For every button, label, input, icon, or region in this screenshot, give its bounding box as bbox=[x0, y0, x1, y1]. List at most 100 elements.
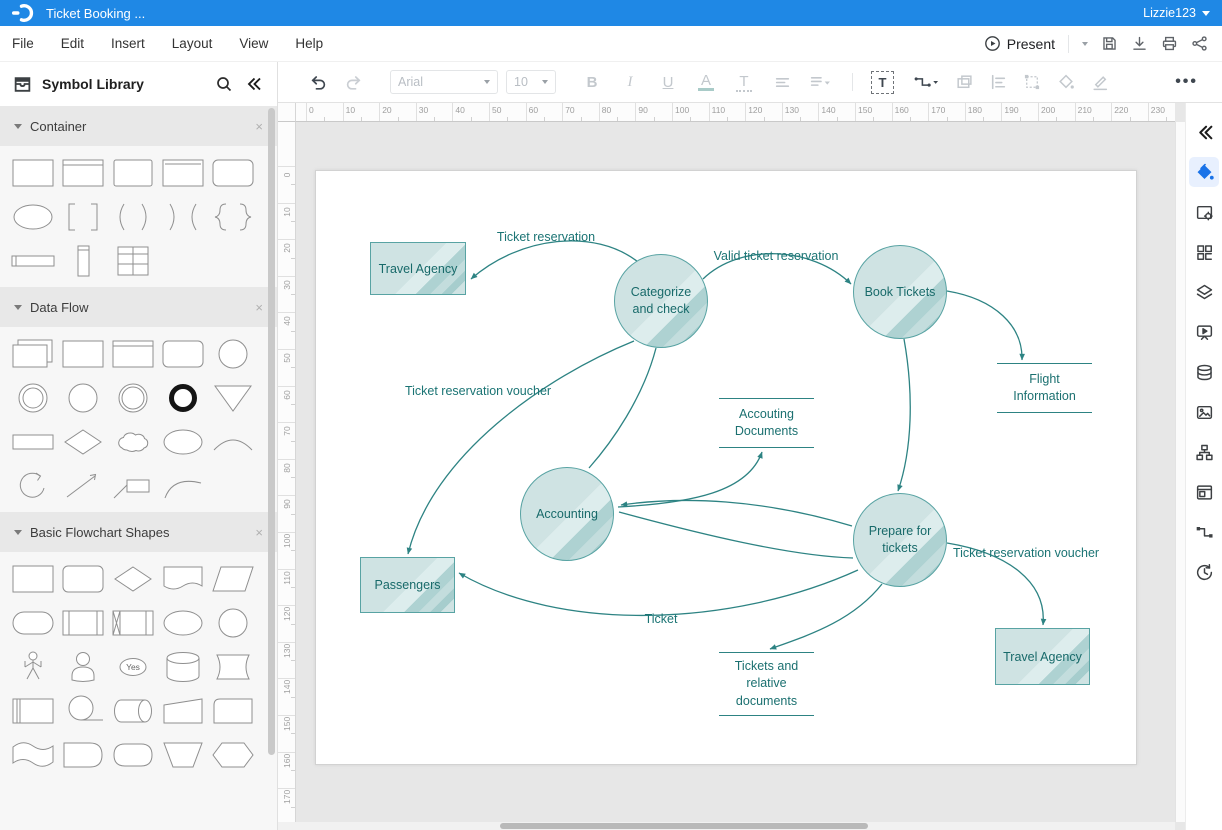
font-size-select[interactable]: 10 bbox=[506, 70, 556, 94]
shape-card-concave[interactable] bbox=[208, 645, 258, 689]
node-passengers[interactable]: Passengers bbox=[360, 557, 455, 613]
shape-bold-ring[interactable] bbox=[158, 376, 208, 420]
shape-ellipse[interactable] bbox=[8, 195, 58, 239]
menu-help[interactable]: Help bbox=[295, 36, 323, 51]
align-objects-button[interactable] bbox=[989, 73, 1007, 91]
shape-arc[interactable] bbox=[208, 420, 258, 464]
shape-rounded-rect[interactable] bbox=[158, 332, 208, 376]
connector-tool[interactable] bbox=[912, 73, 939, 91]
line-style-button[interactable] bbox=[1091, 73, 1109, 91]
fill-color-button[interactable] bbox=[1057, 73, 1075, 91]
hscroll-thumb[interactable] bbox=[500, 823, 868, 829]
shape-bracket-square[interactable] bbox=[58, 195, 108, 239]
bold-button[interactable]: B bbox=[584, 74, 600, 91]
shape-cylinder[interactable] bbox=[158, 645, 208, 689]
shape-rect[interactable] bbox=[8, 557, 58, 601]
print-icon[interactable] bbox=[1161, 35, 1178, 52]
shape-rect-plain[interactable] bbox=[108, 151, 158, 195]
structure-icon[interactable] bbox=[1189, 437, 1219, 467]
undo-button[interactable] bbox=[308, 73, 327, 92]
text-effect-button[interactable]: T bbox=[736, 73, 752, 92]
shape-document[interactable] bbox=[158, 557, 208, 601]
node-travel-agency[interactable]: Travel Agency bbox=[370, 242, 466, 295]
shape-vertical-box[interactable] bbox=[58, 239, 108, 283]
container-tool[interactable] bbox=[955, 73, 973, 91]
menu-edit[interactable]: Edit bbox=[61, 36, 84, 51]
menu-layout[interactable]: Layout bbox=[172, 36, 213, 51]
connector-icon[interactable] bbox=[1189, 517, 1219, 547]
shape-double-rect[interactable] bbox=[8, 332, 58, 376]
shape-rect[interactable] bbox=[8, 151, 58, 195]
shape-double-circle[interactable] bbox=[8, 376, 58, 420]
shape-rect-band[interactable] bbox=[58, 151, 108, 195]
node-prepare-for-tickets[interactable]: Prepare for tickets bbox=[853, 493, 947, 587]
symbols-icon[interactable] bbox=[1189, 237, 1219, 267]
present-button[interactable]: Present bbox=[984, 35, 1055, 52]
download-icon[interactable] bbox=[1131, 35, 1148, 52]
shape-circle-underline[interactable] bbox=[58, 689, 108, 733]
fill-style-icon[interactable] bbox=[1189, 157, 1219, 187]
shape-loop-arc[interactable] bbox=[8, 464, 58, 508]
shape-wave-banner[interactable] bbox=[8, 733, 58, 777]
shape-grid-table[interactable] bbox=[108, 239, 158, 283]
shape-circle[interactable] bbox=[208, 601, 258, 645]
data-icon[interactable] bbox=[1189, 357, 1219, 387]
presentation-icon[interactable] bbox=[1189, 317, 1219, 347]
menu-file[interactable]: File bbox=[12, 36, 34, 51]
node-accouting-documents[interactable]: Accouting Documents bbox=[719, 398, 814, 448]
shape-manual-operation[interactable] bbox=[158, 689, 208, 733]
shape-half-rounded[interactable] bbox=[58, 733, 108, 777]
text-box-tool[interactable]: T bbox=[871, 71, 894, 94]
shape-diamond[interactable] bbox=[58, 420, 108, 464]
node-flight-information[interactable]: Flight Information bbox=[997, 363, 1092, 413]
shape-triangle-down[interactable] bbox=[208, 376, 258, 420]
shape-list-bar[interactable] bbox=[8, 239, 58, 283]
collapse-panel-icon[interactable] bbox=[245, 75, 263, 93]
panel-scroll-thumb[interactable] bbox=[268, 108, 275, 755]
image-icon[interactable] bbox=[1189, 397, 1219, 427]
shape-diag-line[interactable] bbox=[58, 464, 108, 508]
shape-corner-rect[interactable] bbox=[208, 689, 258, 733]
section-close-icon[interactable]: × bbox=[255, 525, 263, 540]
shape-circle[interactable] bbox=[58, 376, 108, 420]
shape-rounded-rect[interactable] bbox=[58, 557, 108, 601]
layers-icon[interactable] bbox=[1189, 277, 1219, 307]
shape-stadium[interactable] bbox=[8, 601, 58, 645]
section-header-container[interactable]: Container× bbox=[0, 106, 277, 146]
shape-double-circle-thin[interactable] bbox=[108, 376, 158, 420]
font-color-button[interactable]: A bbox=[698, 73, 714, 92]
shape-ellipse[interactable] bbox=[158, 420, 208, 464]
node-tickets-and-relative-documents[interactable]: Tickets and relative documents bbox=[719, 652, 814, 716]
panel-scrollbar[interactable] bbox=[268, 108, 276, 755]
page-settings-icon[interactable] bbox=[1189, 197, 1219, 227]
shape-parallelogram[interactable] bbox=[208, 557, 258, 601]
more-tools-button[interactable]: ••• bbox=[1175, 73, 1198, 91]
group-button[interactable] bbox=[1023, 73, 1041, 91]
shape-rect-band[interactable] bbox=[108, 332, 158, 376]
shape-thin-rect[interactable] bbox=[8, 420, 58, 464]
node-categorize-and-check[interactable]: Categorize and check bbox=[614, 254, 708, 348]
menu-view[interactable]: View bbox=[239, 36, 268, 51]
shape-bracket-curly[interactable] bbox=[208, 195, 258, 239]
shape-hexagon[interactable] bbox=[208, 733, 258, 777]
shape-yes-ellipse[interactable]: Yes bbox=[108, 645, 158, 689]
account-menu[interactable]: Lizzie123 bbox=[1143, 6, 1210, 20]
font-family-select[interactable]: Arial bbox=[390, 70, 498, 94]
shape-callout-rect[interactable] bbox=[108, 464, 158, 508]
shape-cylinder-h[interactable] bbox=[108, 689, 158, 733]
underline-button[interactable]: U bbox=[660, 74, 676, 91]
shape-cloud[interactable] bbox=[108, 420, 158, 464]
shape-rect[interactable] bbox=[58, 332, 108, 376]
shape-hatched-process[interactable] bbox=[108, 601, 158, 645]
shape-rect-topline[interactable] bbox=[158, 151, 208, 195]
vertical-scrollbar[interactable] bbox=[1175, 122, 1185, 822]
line-spacing-button[interactable] bbox=[809, 74, 832, 91]
search-icon[interactable] bbox=[215, 75, 233, 93]
horizontal-scrollbar[interactable] bbox=[278, 822, 1175, 830]
align-text-button[interactable] bbox=[774, 74, 791, 91]
section-close-icon[interactable]: × bbox=[255, 300, 263, 315]
present-caret-icon[interactable] bbox=[1082, 42, 1088, 46]
collapse-icon[interactable] bbox=[1189, 117, 1219, 147]
node-book-tickets[interactable]: Book Tickets bbox=[853, 245, 947, 339]
shape-rect-double-left[interactable] bbox=[8, 689, 58, 733]
